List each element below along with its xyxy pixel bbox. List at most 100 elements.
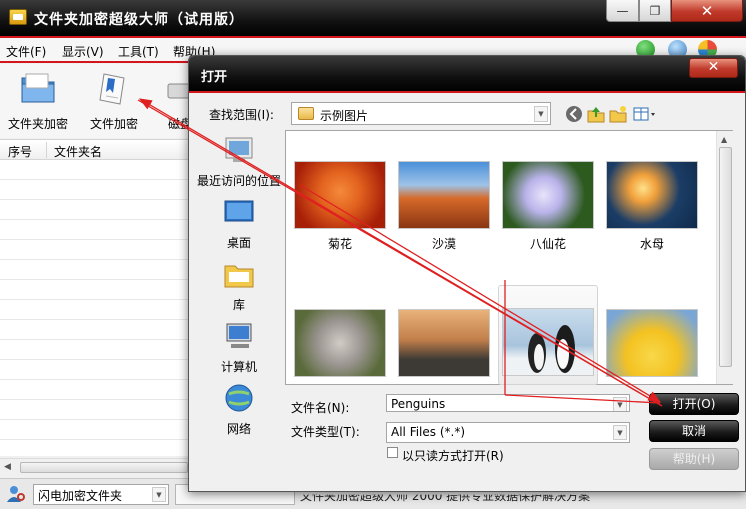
up-folder-icon[interactable] <box>587 105 605 123</box>
grid-line <box>0 339 190 340</box>
open-dialog: 打开 ✕ 查找范围(I): 示例图片 ▼ 最近访问的位置 桌面 库 计算机 网络… <box>188 55 746 492</box>
maximize-button[interactable]: ❐ <box>639 0 671 22</box>
image-thumbnail <box>294 309 386 377</box>
place-label: 计算机 <box>220 360 257 374</box>
place-label: 桌面 <box>226 236 251 250</box>
readonly-checkbox[interactable] <box>387 447 398 458</box>
scroll-thumb[interactable] <box>719 147 732 367</box>
image-thumbnail <box>398 161 490 229</box>
computer-icon <box>226 323 252 348</box>
image-thumbnail <box>398 309 490 377</box>
image-thumbnail <box>294 161 386 229</box>
file-item-selected[interactable] <box>498 285 598 385</box>
readonly-label[interactable]: 以只读方式打开(R) <box>402 447 504 464</box>
lookin-value: 示例图片 <box>320 109 369 123</box>
image-thumbnail <box>502 161 594 229</box>
file-item[interactable]: 八仙花 <box>498 161 598 252</box>
place-label: 最近访问的位置 <box>196 174 281 188</box>
close-button[interactable]: ✕ <box>671 0 743 22</box>
user-search-icon[interactable] <box>5 484 27 504</box>
dialog-divider <box>189 91 745 93</box>
menu-tools[interactable]: 工具(T) <box>118 43 159 60</box>
list-header: 序号 文件夹名 <box>0 139 190 160</box>
file-encrypt-button[interactable]: 文件加密 <box>84 68 144 132</box>
place-label: 网络 <box>226 422 251 436</box>
chevron-down-icon[interactable]: ▼ <box>152 487 166 502</box>
file-item[interactable] <box>602 309 702 377</box>
scroll-up-icon[interactable]: ▲ <box>721 135 727 144</box>
place-libraries[interactable]: 库 <box>195 258 283 313</box>
column-index[interactable]: 序号 <box>8 143 32 160</box>
file-item[interactable] <box>394 309 494 377</box>
back-icon[interactable] <box>565 105 583 123</box>
filename-label: 文件名(N): <box>291 401 350 415</box>
folder-encrypt-button[interactable]: 文件夹加密 <box>6 68 70 132</box>
recent-places-icon <box>225 137 253 162</box>
menu-view[interactable]: 显示(V) <box>62 43 104 60</box>
folder-list[interactable] <box>0 160 190 456</box>
dialog-close-button[interactable]: ✕ <box>689 58 738 78</box>
chevron-down-icon[interactable]: ▼ <box>613 397 627 411</box>
grid-line <box>0 359 190 360</box>
grid-line <box>0 439 190 440</box>
cancel-button[interactable]: 取消 <box>649 420 739 442</box>
column-separator <box>46 142 47 158</box>
folder-lock-icon <box>21 73 55 103</box>
place-desktop[interactable]: 桌面 <box>195 196 283 251</box>
file-item[interactable]: 菊花 <box>290 161 390 252</box>
place-label: 库 <box>232 298 245 312</box>
grid-line <box>0 239 190 240</box>
help-button[interactable]: 帮助(H) <box>649 448 739 470</box>
grid-line <box>0 419 190 420</box>
file-item[interactable] <box>290 309 390 377</box>
grid-line <box>0 259 190 260</box>
filetype-select[interactable]: All Files (*.*) ▼ <box>386 422 630 443</box>
dialog-title: 打开 <box>201 70 228 85</box>
filename-input[interactable]: Penguins ▼ <box>386 394 630 412</box>
grid-line <box>0 179 190 180</box>
file-name: 菊花 <box>327 237 352 251</box>
image-thumbnail <box>502 308 594 376</box>
folder-icon <box>298 107 314 120</box>
file-list-pane[interactable]: 菊花 沙漠 八仙花 水母 ▲ <box>285 130 733 385</box>
place-computer[interactable]: 计算机 <box>195 320 283 375</box>
view-menu-icon[interactable] <box>633 105 659 123</box>
encrypt-mode-select[interactable]: 闪电加密文件夹 ▼ <box>33 484 169 505</box>
grid-line <box>0 279 190 280</box>
filetype-label: 文件类型(T): <box>291 425 360 439</box>
scroll-left-icon[interactable]: ◀ <box>4 462 11 472</box>
horizontal-scrollbar[interactable]: ◀ <box>0 458 190 475</box>
grid-line <box>0 299 190 300</box>
desktop-icon <box>224 200 254 222</box>
lookin-label: 查找范围(I): <box>209 108 274 122</box>
place-recent[interactable]: 最近访问的位置 <box>195 134 283 189</box>
new-folder-icon[interactable] <box>609 105 627 123</box>
libraries-icon <box>224 265 254 288</box>
grid-line <box>0 199 190 200</box>
menu-file[interactable]: 文件(F) <box>6 43 46 60</box>
places-bar: 最近访问的位置 桌面 库 计算机 网络 <box>195 130 283 485</box>
chevron-down-icon[interactable]: ▼ <box>534 106 548 122</box>
encrypt-mode-value: 闪电加密文件夹 <box>38 489 123 503</box>
app-logo-icon <box>9 9 27 25</box>
chevron-down-icon[interactable]: ▼ <box>613 425 627 440</box>
grid-line <box>0 319 190 320</box>
dialog-titlebar[interactable]: 打开 ✕ <box>189 56 745 91</box>
file-item[interactable]: 沙漠 <box>394 161 494 252</box>
open-button[interactable]: 打开(O) <box>649 393 739 415</box>
tool-label: 文件夹加密 <box>7 117 68 131</box>
file-item[interactable]: 水母 <box>602 161 702 252</box>
minimize-button[interactable]: — <box>606 0 639 22</box>
file-name: 八仙花 <box>529 237 566 251</box>
lookin-select[interactable]: 示例图片 ▼ <box>291 102 551 125</box>
app-titlebar[interactable]: 文件夹加密超级大师（试用版） — ❐ ✕ <box>0 0 746 36</box>
tool-label: 文件加密 <box>89 117 138 131</box>
vertical-scrollbar[interactable]: ▲ <box>716 131 733 384</box>
column-folder-name[interactable]: 文件夹名 <box>54 143 102 160</box>
place-network[interactable]: 网络 <box>195 382 283 437</box>
filename-value: Penguins <box>391 397 446 411</box>
image-thumbnail <box>606 161 698 229</box>
network-icon <box>225 384 253 412</box>
scroll-thumb[interactable] <box>20 462 188 473</box>
image-thumbnail <box>606 309 698 377</box>
